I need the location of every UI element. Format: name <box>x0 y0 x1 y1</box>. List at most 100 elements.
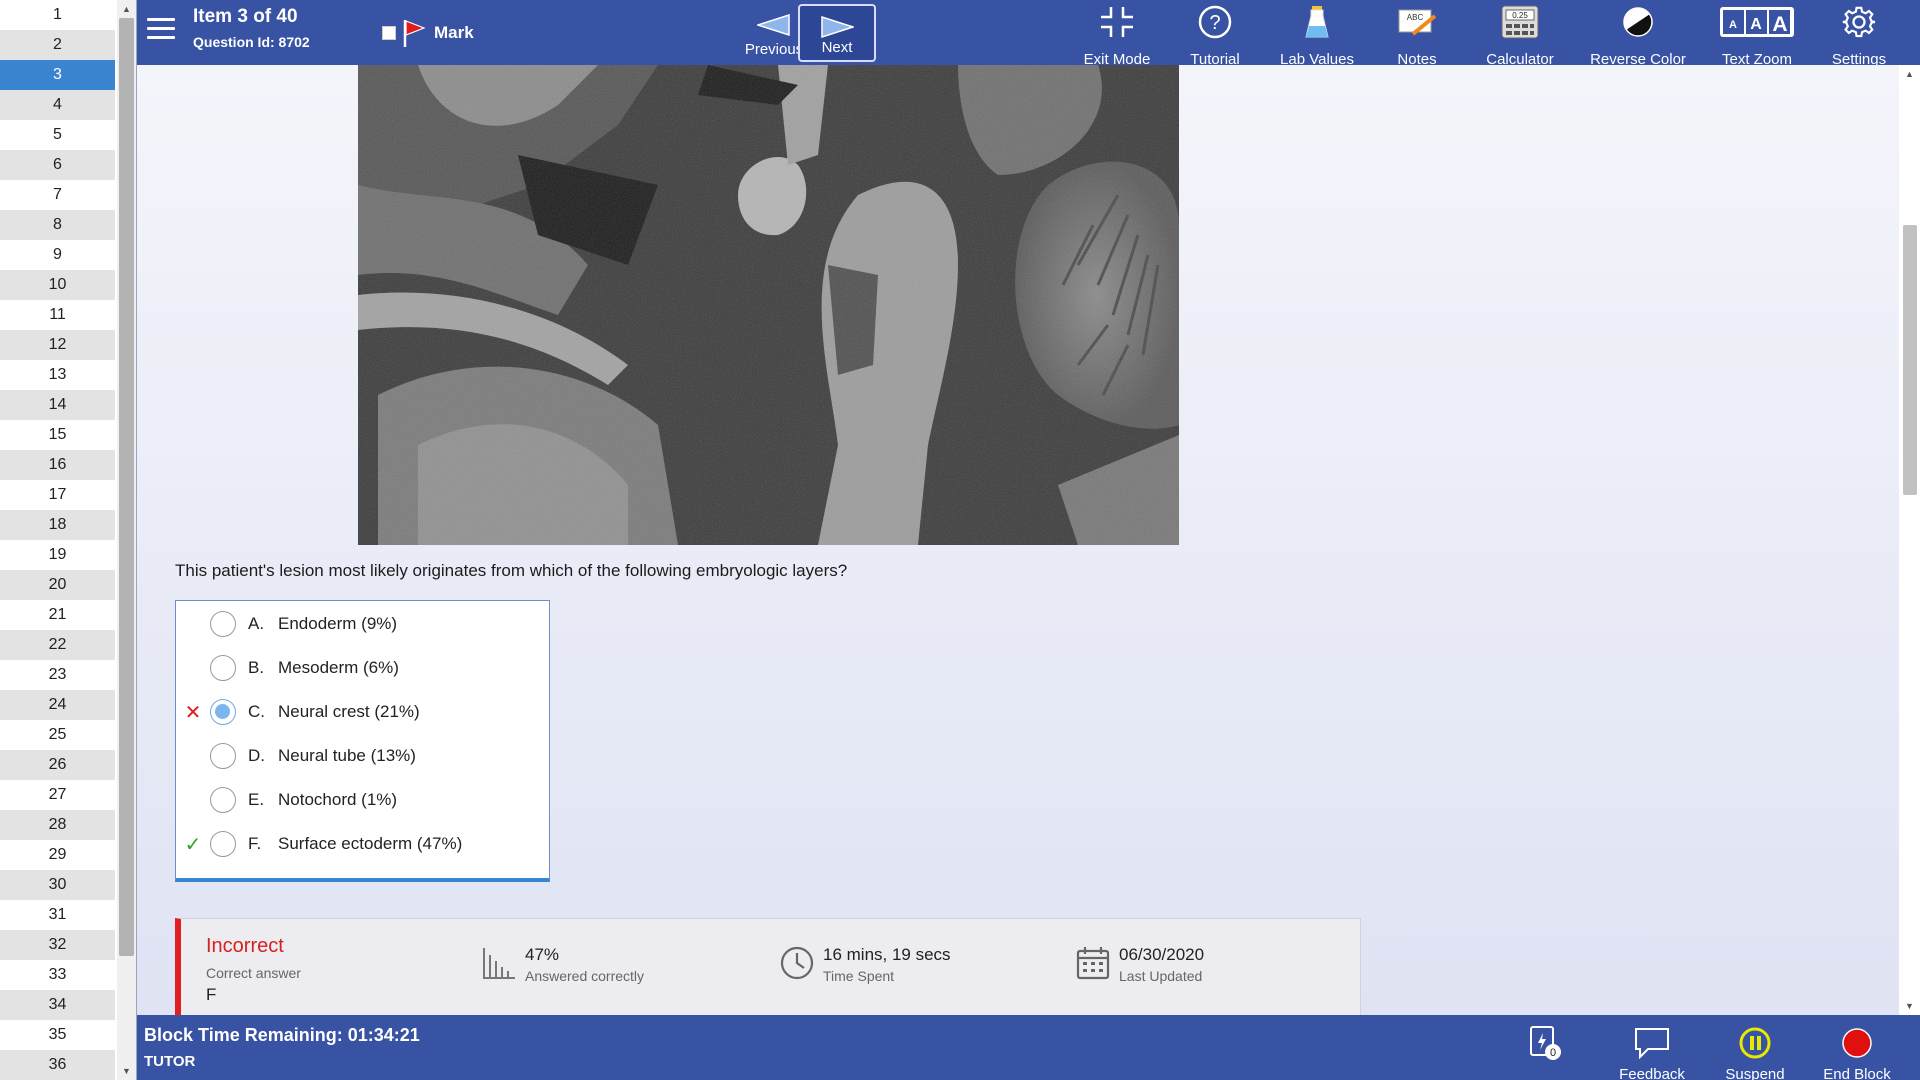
notes-button[interactable]: ABC Notes <box>1382 4 1452 68</box>
exit-mode-button[interactable]: Exit Mode <box>1074 4 1160 68</box>
sidebar-question-item[interactable]: 34 <box>0 990 115 1020</box>
suspend-button[interactable]: Suspend <box>1717 1025 1793 1080</box>
content-scroll-down-icon[interactable]: ▼ <box>1905 1001 1914 1011</box>
sidebar-question-item[interactable]: 16 <box>0 450 115 480</box>
answer-text: Surface ectoderm (47%) <box>278 834 463 853</box>
percent-correct-stat: 47% Answered correctly <box>481 945 644 984</box>
question-circle-icon: ? <box>1175 4 1255 40</box>
arrow-left-icon <box>757 14 790 36</box>
sidebar-question-item[interactable]: 35 <box>0 1020 115 1050</box>
answer-choice[interactable]: E. Notochord (1%) <box>176 778 549 822</box>
answer-radio[interactable] <box>210 655 236 681</box>
sidebar-question-item[interactable]: 6 <box>0 150 115 180</box>
sidebar-scrollbar[interactable]: ▲ ▼ <box>117 0 136 1080</box>
sidebar-question-item[interactable]: 28 <box>0 810 115 840</box>
answer-letter: D. <box>248 746 265 765</box>
scroll-up-arrow-icon[interactable]: ▲ <box>122 4 131 14</box>
hamburger-menu-icon[interactable] <box>147 18 175 42</box>
time-spent-label: Time Spent <box>823 968 895 984</box>
item-info: Item 3 of 40 Question Id: 8702 <box>193 6 310 50</box>
settings-button[interactable]: Settings <box>1821 4 1897 68</box>
answer-text: Mesoderm (6%) <box>278 658 399 677</box>
end-block-button[interactable]: End Block <box>1817 1025 1897 1080</box>
sidebar-question-item[interactable]: 30 <box>0 870 115 900</box>
scroll-down-arrow-icon[interactable]: ▼ <box>122 1066 131 1076</box>
sidebar-question-item[interactable]: 22 <box>0 630 115 660</box>
correct-check-icon: ✓ <box>184 833 202 856</box>
answer-choice[interactable]: ✓ F. Surface ectoderm (47%) <box>176 822 549 866</box>
sidebar-question-item[interactable]: 9 <box>0 240 115 270</box>
feedback-label: Feedback <box>1619 1066 1685 1080</box>
answer-radio[interactable] <box>210 787 236 813</box>
answer-radio[interactable] <box>210 831 236 857</box>
sidebar-question-item[interactable]: 8 <box>0 210 115 240</box>
content-scroll-up-icon[interactable]: ▲ <box>1905 69 1914 79</box>
sidebar-question-item[interactable]: 7 <box>0 180 115 210</box>
bar-chart-icon <box>483 948 515 979</box>
answer-choice[interactable]: D. Neural tube (13%) <box>176 734 549 778</box>
sidebar-question-item[interactable]: 17 <box>0 480 115 510</box>
end-block-label: End Block <box>1823 1066 1891 1080</box>
answer-radio[interactable] <box>210 611 236 637</box>
notepad-icon: ABC <box>1382 4 1452 40</box>
sidebar-question-item[interactable]: 26 <box>0 750 115 780</box>
sidebar-question-item[interactable]: 31 <box>0 900 115 930</box>
sidebar-question-item[interactable]: 10 <box>0 270 115 300</box>
reverse-color-button[interactable]: Reverse Color <box>1583 4 1693 68</box>
answer-choice[interactable]: A. Endoderm (9%) <box>176 602 549 646</box>
last-updated-stat: 06/30/2020 Last Updated <box>1075 945 1204 984</box>
sidebar-question-item[interactable]: 29 <box>0 840 115 870</box>
sidebar-question-item[interactable]: 19 <box>0 540 115 570</box>
mark-button[interactable]: Mark <box>382 18 474 48</box>
sidebar-question-item[interactable]: 11 <box>0 300 115 330</box>
sidebar-question-item[interactable]: 12 <box>0 330 115 360</box>
sidebar-question-item[interactable]: 3 <box>0 60 115 90</box>
calculator-button[interactable]: 0.25 Calculator <box>1475 4 1565 68</box>
sidebar-question-item[interactable]: 2 <box>0 30 115 60</box>
sidebar-question-item[interactable]: 36 <box>0 1050 115 1080</box>
compress-icon <box>1074 4 1160 40</box>
question-list-sidebar: 1 2 3 4 5 6 7 8 9 10 11 12 13 14 15 16 17 18 19 20 21 22 23 24 2… <box>0 0 137 1080</box>
text-zoom-button[interactable]: A A A Text Zoom <box>1715 4 1799 68</box>
answer-choices: A. Endoderm (9%) B. Mesoderm (6%) ✕ C. Neural … <box>175 600 550 882</box>
answer-choice[interactable]: ✕ C. Neural crest (21%) <box>176 690 549 734</box>
next-button[interactable]: Next <box>798 4 876 62</box>
flag-icon <box>403 20 426 47</box>
content-scroll-thumb[interactable] <box>1903 225 1917 495</box>
sidebar-question-item[interactable]: 1 <box>0 0 115 30</box>
sidebar-question-item[interactable]: 33 <box>0 960 115 990</box>
answer-choice[interactable]: B. Mesoderm (6%) <box>176 646 549 690</box>
last-updated-label: Last Updated <box>1119 968 1203 984</box>
time-spent-value: 16 mins, 19 secs <box>823 945 951 964</box>
sidebar-question-item[interactable]: 13 <box>0 360 115 390</box>
tutorial-button[interactable]: ? Tutorial <box>1175 4 1255 68</box>
sidebar-question-item[interactable]: 14 <box>0 390 115 420</box>
flashcard-icon: 0 <box>1527 1025 1563 1061</box>
sidebar-question-item[interactable]: 20 <box>0 570 115 600</box>
content-scrollbar[interactable]: ▲ ▼ <box>1899 65 1920 1015</box>
sidebar-question-item[interactable]: 24 <box>0 690 115 720</box>
sidebar-question-item[interactable]: 21 <box>0 600 115 630</box>
answer-radio[interactable] <box>210 699 236 725</box>
sidebar-question-item[interactable]: 18 <box>0 510 115 540</box>
svg-text:?: ? <box>1209 12 1220 34</box>
suspend-label: Suspend <box>1725 1066 1785 1080</box>
correct-answer-label: Correct answer <box>206 965 301 981</box>
calculator-icon: 0.25 <box>1475 4 1565 40</box>
answer-radio[interactable] <box>210 743 236 769</box>
calendar-icon <box>1076 947 1110 980</box>
sidebar-question-item[interactable]: 27 <box>0 780 115 810</box>
sidebar-question-item[interactable]: 5 <box>0 120 115 150</box>
mark-checkbox[interactable] <box>382 26 396 40</box>
sidebar-scroll-thumb[interactable] <box>119 18 134 956</box>
flashcard-button[interactable]: 0 <box>1527 1025 1563 1061</box>
lab-values-button[interactable]: Lab Values <box>1267 4 1367 68</box>
sidebar-question-item[interactable]: 25 <box>0 720 115 750</box>
feedback-button[interactable]: Feedback <box>1612 1025 1692 1080</box>
sidebar-question-item[interactable]: 23 <box>0 660 115 690</box>
sidebar-question-item[interactable]: 15 <box>0 420 115 450</box>
sidebar-question-item[interactable]: 32 <box>0 930 115 960</box>
calculator-display: 0.25 <box>1512 11 1528 20</box>
sidebar-question-item[interactable]: 4 <box>0 90 115 120</box>
question-id: Question Id: 8702 <box>193 34 310 50</box>
